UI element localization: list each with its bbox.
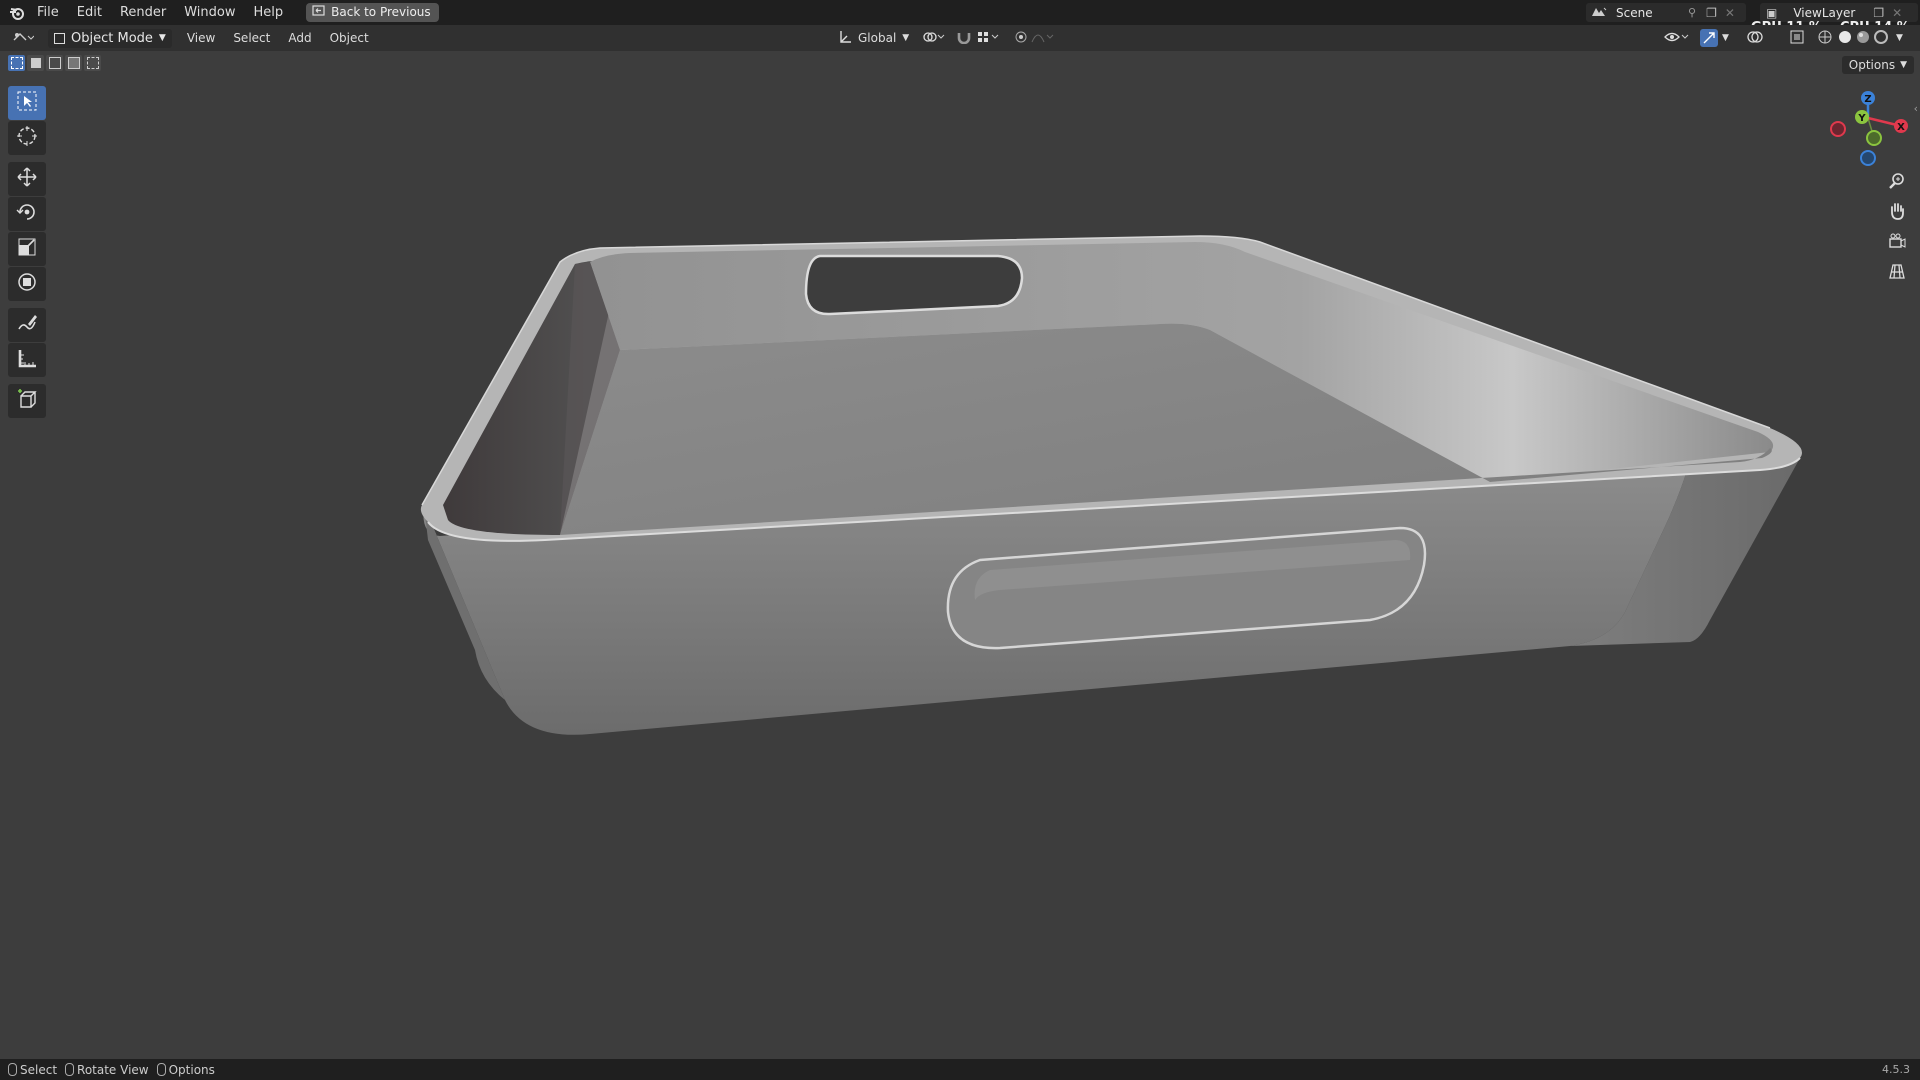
status-hint-select: Select [8,1063,57,1077]
status-hint-select-label: Select [20,1062,58,1077]
right-mouse-icon [156,1063,166,1076]
viewport-3d-tray-model[interactable] [0,0,1920,1080]
left-mouse-icon [8,1063,17,1076]
status-hint-rotate: Rotate View [65,1063,149,1077]
status-bar: Select Rotate View Options 4.5.3 [0,1059,1920,1080]
status-hint-options-label: Options [168,1062,215,1077]
tray-back-handle-hole [804,254,1024,316]
version-label: 4.5.3 [1882,1063,1910,1076]
status-hint-rotate-label: Rotate View [77,1062,149,1077]
middle-mouse-icon [65,1063,75,1076]
status-hint-options: Options [156,1062,215,1077]
